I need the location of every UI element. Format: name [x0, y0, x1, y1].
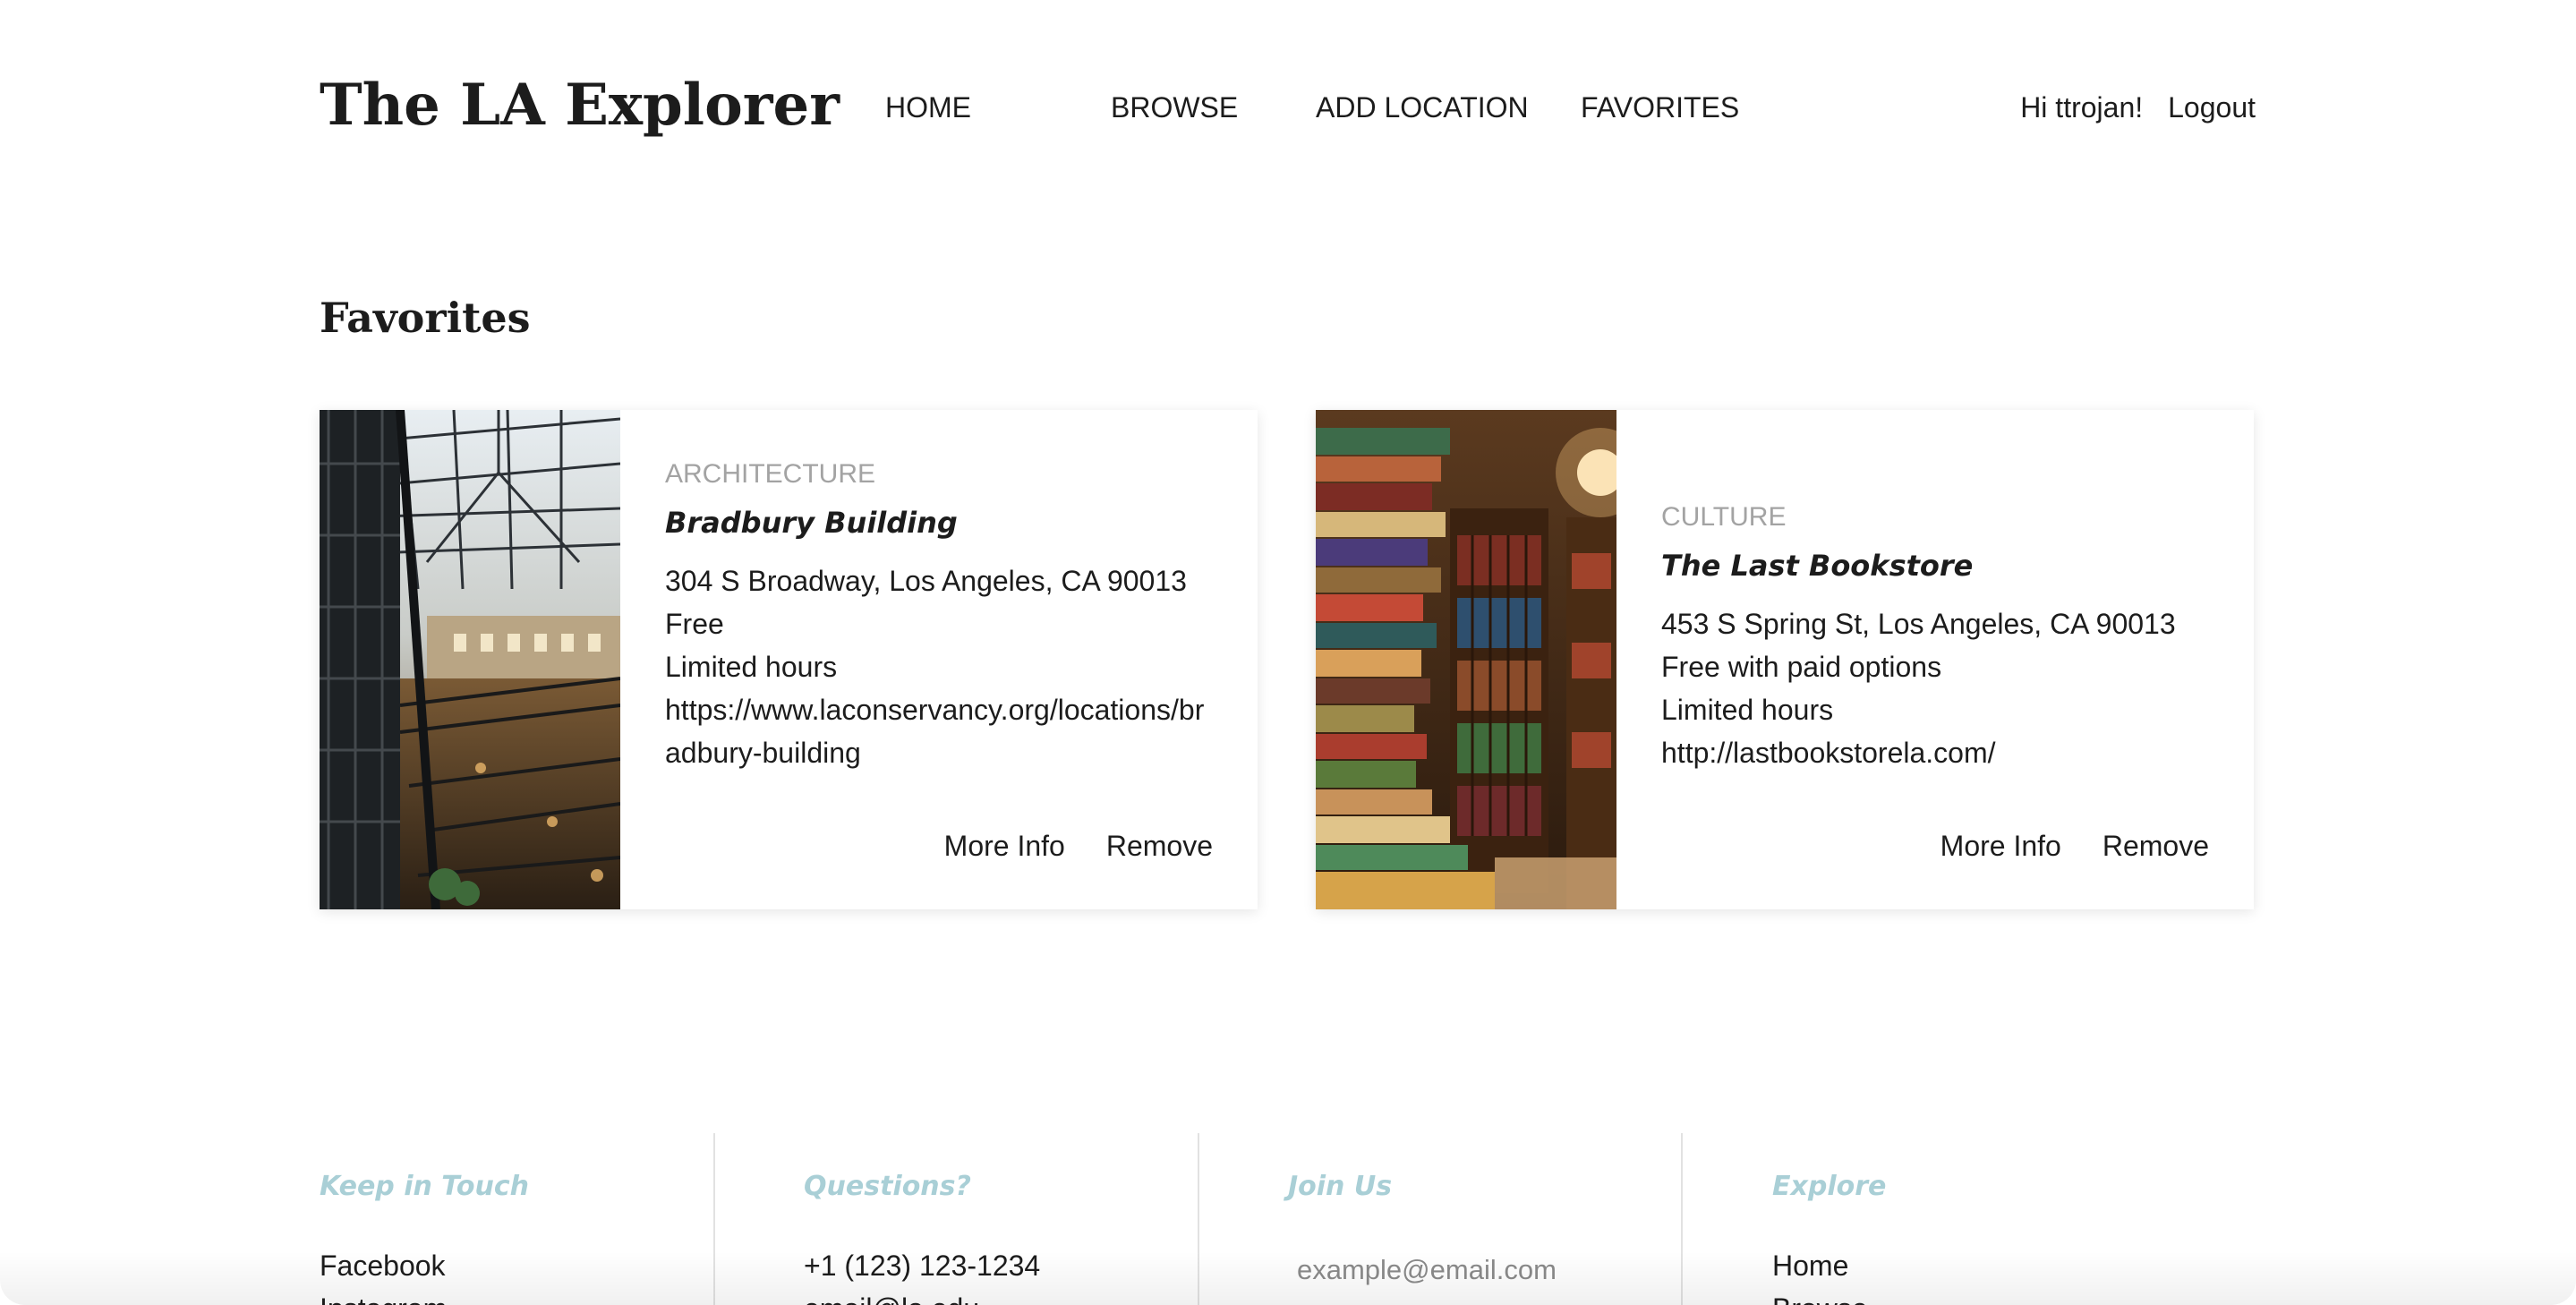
footer-join-us: Join Us [1288, 1133, 1771, 1305]
card-category: CULTURE [1661, 502, 1787, 532]
card-title: The Last Bookstore [1661, 549, 1974, 583]
more-info-button[interactable]: More Info [944, 830, 1065, 862]
user-greeting: Hi ttrojan! [2020, 91, 2144, 124]
footer-keep-in-touch: Keep in Touch Facebook Instagram [320, 1133, 803, 1305]
card-url: https://www.laconservancy.org/locations/… [665, 694, 1205, 769]
footer-heading: Explore [1772, 1171, 1887, 1202]
card-actions: More Info Remove [1941, 830, 2209, 863]
instagram-link[interactable]: Instagram [320, 1292, 447, 1305]
footer-heading: Join Us [1288, 1171, 1393, 1202]
nav-add-location[interactable]: ADD LOCATION [1316, 91, 1529, 124]
footer-link-home[interactable]: Home [1772, 1250, 1848, 1283]
card-url: http://lastbookstorela.com/ [1661, 737, 1996, 769]
contact-email[interactable]: email@la.edu [804, 1292, 979, 1305]
footer-link-browse[interactable]: Browse [1772, 1292, 1868, 1305]
card-address: 453 S Spring St, Los Angeles, CA 90013 [1661, 608, 2176, 640]
phone-number: +1 (123) 123-1234 [804, 1250, 1041, 1282]
user-area: Hi ttrojan! Logout [2020, 91, 2256, 124]
nav-browse[interactable]: BROWSE [1111, 91, 1238, 124]
footer-explore: Explore Home Browse [1772, 1133, 2256, 1305]
site-logo[interactable]: The LA Explorer [320, 72, 840, 139]
page-title: Favorites [320, 294, 531, 342]
favorite-card: ARCHITECTURE Bradbury Building 304 S Bro… [320, 410, 1258, 909]
more-info-button[interactable]: More Info [1941, 830, 2061, 862]
card-actions: More Info Remove [944, 830, 1213, 863]
nav-favorites[interactable]: FAVORITES [1581, 91, 1739, 124]
card-price: Free [665, 608, 724, 640]
card-price: Free with paid options [1661, 651, 1942, 683]
location-photo [1316, 410, 1616, 909]
card-address: 304 S Broadway, Los Angeles, CA 90013 [665, 565, 1187, 597]
card-category: ARCHITECTURE [665, 459, 876, 489]
facebook-link[interactable]: Facebook [320, 1250, 446, 1283]
logout-link[interactable]: Logout [2168, 91, 2256, 124]
footer-heading: Questions? [804, 1171, 971, 1202]
nav-home[interactable]: HOME [885, 91, 971, 124]
card-hours: Limited hours [1661, 694, 1834, 726]
remove-button[interactable]: Remove [2103, 830, 2209, 862]
favorite-card: CULTURE The Last Bookstore 453 S Spring … [1316, 410, 2254, 909]
footer-heading: Keep in Touch [320, 1171, 530, 1202]
remove-button[interactable]: Remove [1106, 830, 1213, 862]
footer-questions: Questions? +1 (123) 123-1234 email@la.ed… [804, 1133, 1287, 1305]
card-body: ARCHITECTURE Bradbury Building 304 S Bro… [620, 410, 1258, 909]
newsletter-email-input[interactable] [1288, 1248, 1646, 1292]
card-hours: Limited hours [665, 651, 838, 683]
card-body: CULTURE The Last Bookstore 453 S Spring … [1616, 410, 2254, 909]
page: The LA Explorer HOME BROWSE ADD LOCATION… [0, 0, 2576, 1305]
location-photo [320, 410, 620, 909]
card-title: Bradbury Building [665, 506, 958, 540]
